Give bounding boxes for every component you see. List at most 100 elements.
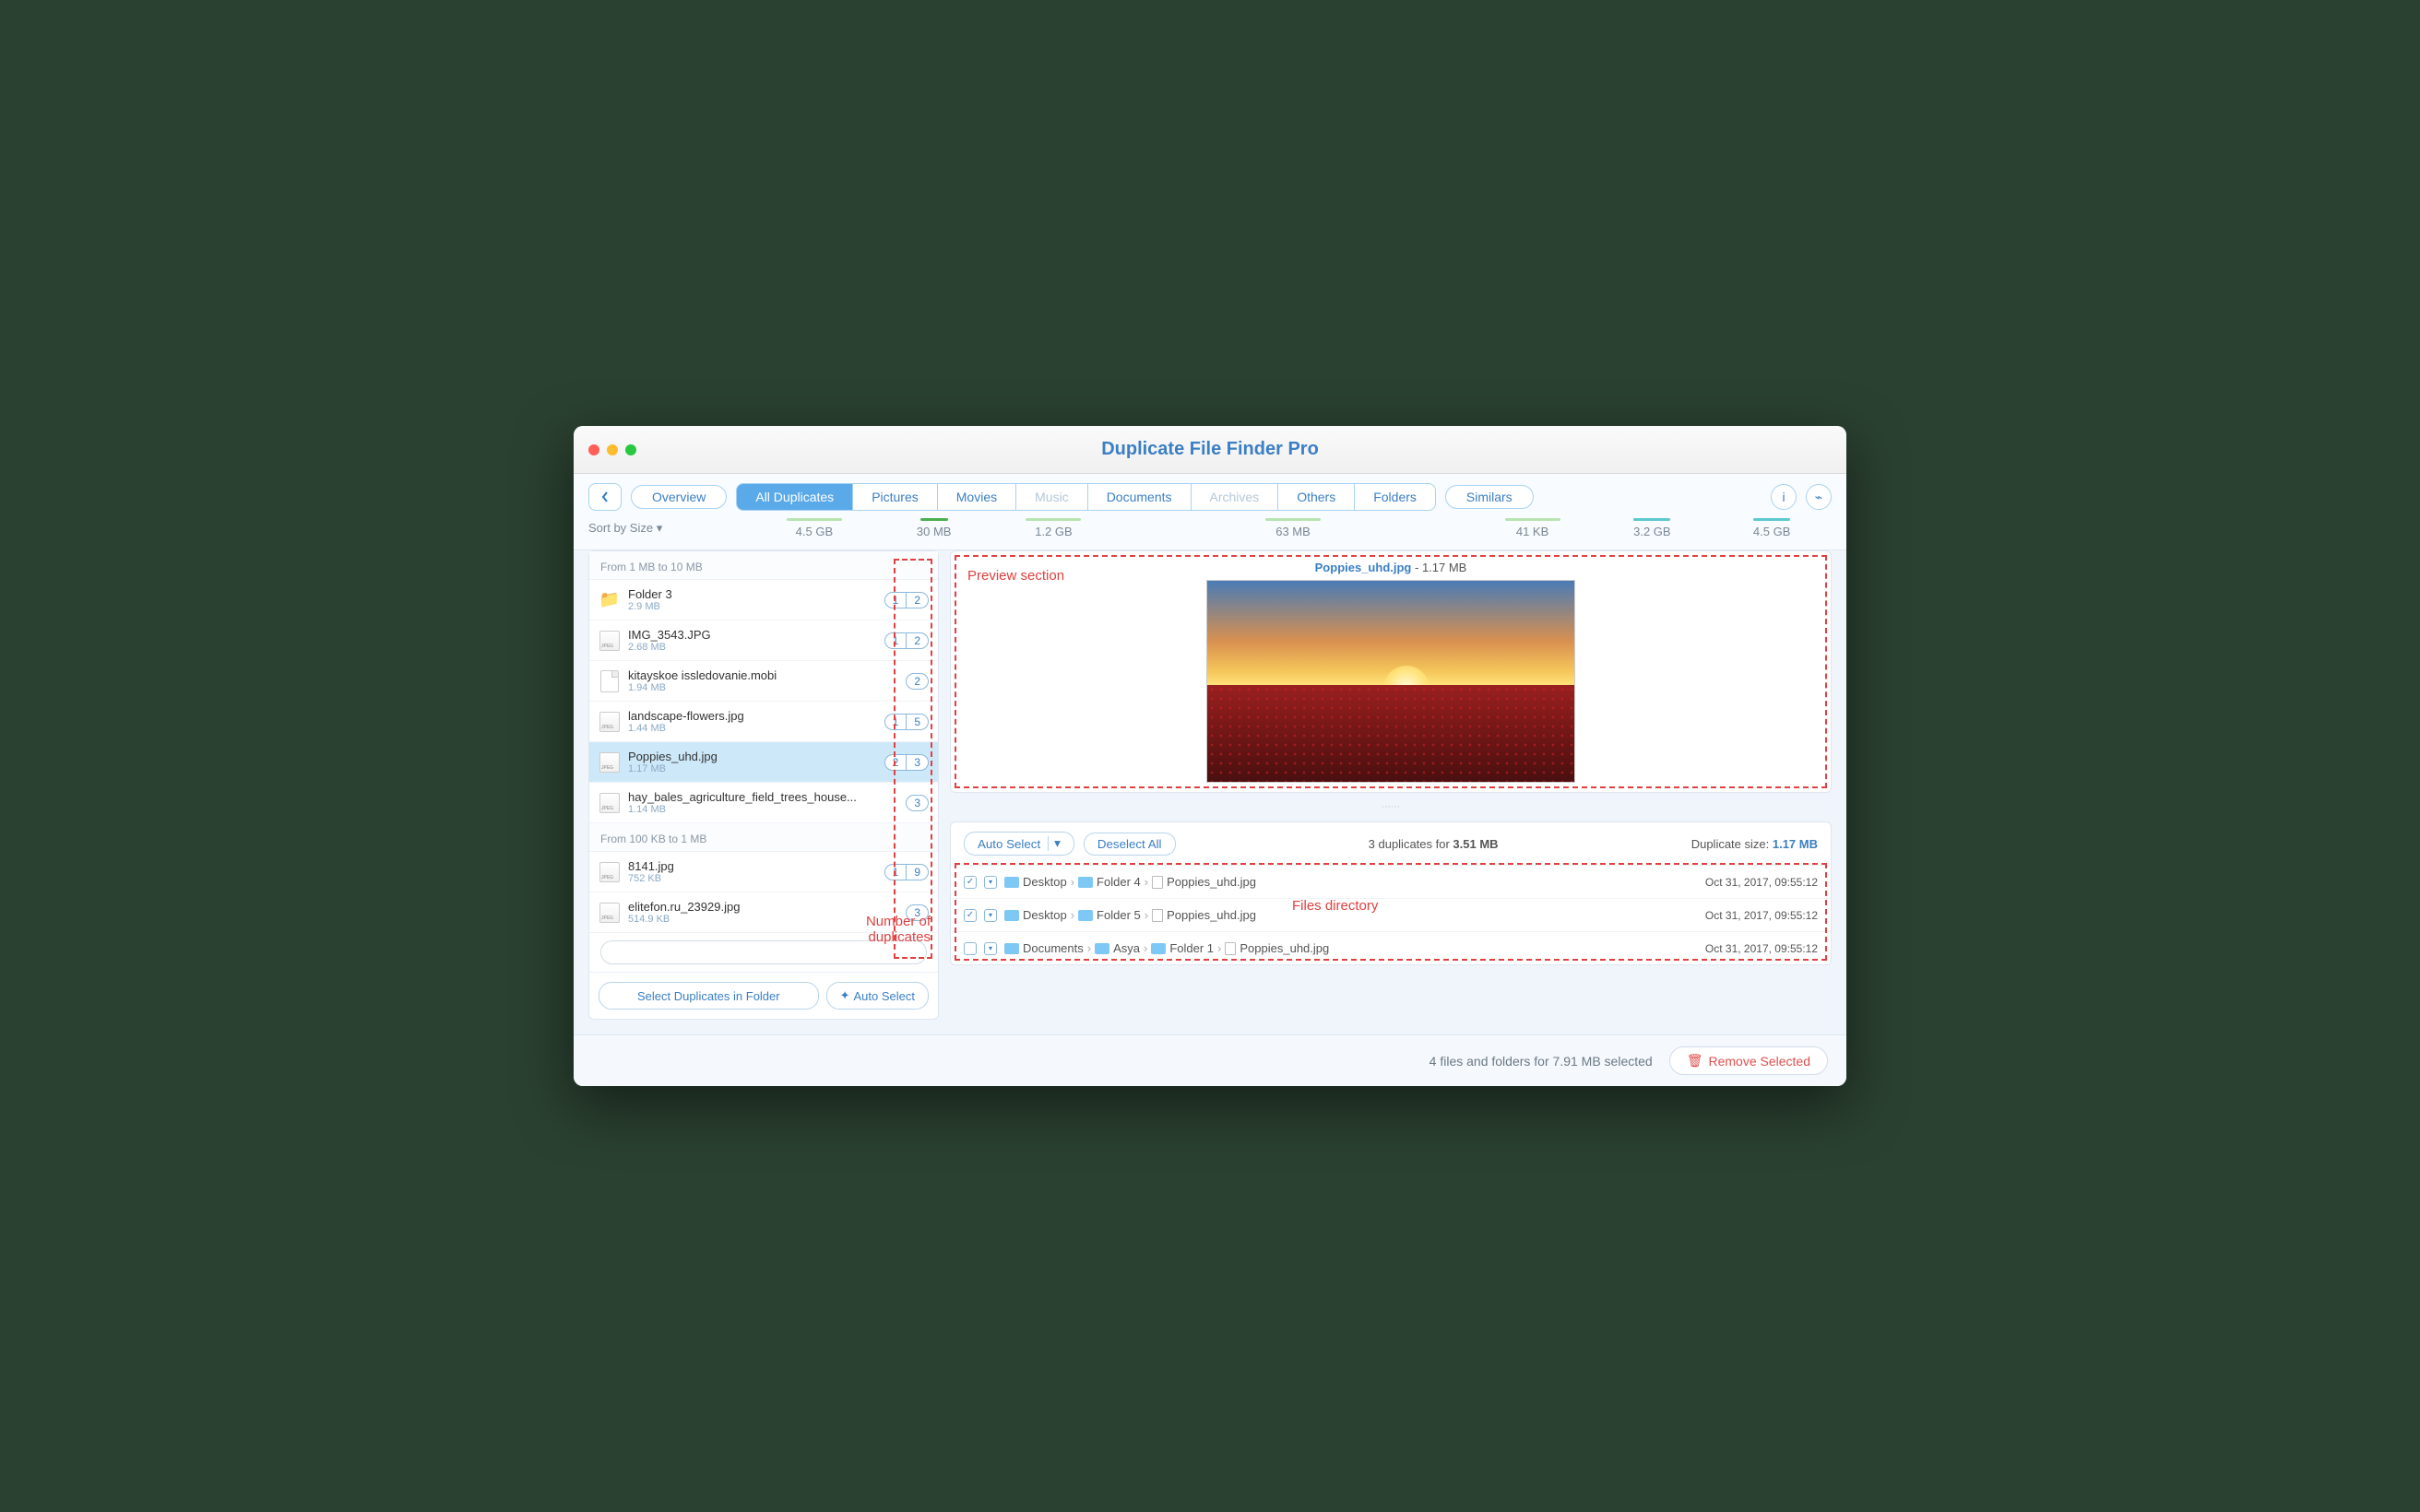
- tab-movies[interactable]: Movies: [938, 484, 1016, 510]
- duplicate-count-badge: 2: [906, 673, 929, 690]
- tab-others[interactable]: Others: [1278, 484, 1355, 510]
- size-indicator: [1113, 518, 1233, 538]
- selected-count-badge: 1: [884, 864, 907, 880]
- close-icon[interactable]: [588, 444, 599, 455]
- selected-count-badge: 1: [884, 632, 907, 649]
- size-indicator: 4.5 GB: [754, 518, 874, 538]
- duplicate-count-badge: 3: [906, 795, 929, 811]
- folder-icon: [1004, 910, 1019, 921]
- selected-count-badge: 1: [884, 592, 907, 608]
- chevron-right-icon: ›: [1087, 941, 1091, 955]
- folder-icon: 📁: [599, 589, 621, 611]
- file-name: 8141.jpg: [628, 859, 877, 873]
- timestamp: Oct 31, 2017, 09:55:12: [1705, 909, 1818, 922]
- file-row[interactable]: 📁 Folder 32.9 MB 12: [589, 580, 938, 620]
- size-indicator: 4.5 GB: [1712, 518, 1832, 538]
- tab-all-duplicates[interactable]: All Duplicates: [737, 484, 853, 510]
- drag-handle-icon[interactable]: ⋯⋯: [950, 802, 1832, 812]
- file-size: 1.94 MB: [628, 682, 898, 693]
- duplicate-path-row[interactable]: ▾ Documents › Asya › Folder 1 › Poppies_…: [951, 932, 1831, 964]
- checkbox[interactable]: ✓: [964, 909, 977, 922]
- chevron-left-icon: [600, 490, 610, 503]
- timestamp: Oct 31, 2017, 09:55:12: [1705, 942, 1818, 955]
- duplicate-count-badge: 2: [906, 592, 929, 608]
- auto-select-dropdown[interactable]: Auto Select ▾: [964, 832, 1074, 856]
- file-name: landscape-flowers.jpg: [628, 709, 877, 723]
- row-menu-button[interactable]: ▾: [984, 942, 997, 955]
- search-input[interactable]: [600, 940, 927, 964]
- file-name: IMG_3543.JPG: [628, 628, 877, 642]
- selected-count-badge: 2: [884, 754, 907, 771]
- group-header: From 100 KB to 1 MB: [589, 823, 938, 852]
- duplicate-path-row[interactable]: ✓▾ Desktop › Folder 5 › Poppies_uhd.jpgO…: [951, 899, 1831, 932]
- file-icon: [1152, 909, 1163, 922]
- auto-select-button[interactable]: ✦Auto Select: [826, 982, 929, 1010]
- file-row[interactable]: landscape-flowers.jpg1.44 MB15: [589, 702, 938, 742]
- tab-music[interactable]: Music: [1016, 484, 1088, 510]
- file-size: 1.17 MB: [628, 763, 877, 774]
- file-size: 752 KB: [628, 873, 877, 884]
- main-panel: Poppies_uhd.jpg - 1.17 MB Preview sectio…: [950, 550, 1832, 1020]
- file-row[interactable]: 8141.jpg752 KB19: [589, 852, 938, 892]
- traffic-lights: [588, 444, 636, 455]
- file-size: 2.68 MB: [628, 642, 877, 653]
- info-icon: i: [1782, 490, 1785, 504]
- chevron-down-icon: ▾: [657, 521, 663, 535]
- size-indicator: 63 MB: [1233, 518, 1353, 538]
- tab-documents[interactable]: Documents: [1088, 484, 1192, 510]
- duplicates-count: 3 duplicates for 3.51 MB: [1185, 837, 1682, 851]
- file-name: Folder 3: [628, 587, 877, 601]
- select-duplicates-button[interactable]: Select Duplicates in Folder: [599, 982, 819, 1010]
- file-row[interactable]: IMG_3543.JPG2.68 MB12: [589, 620, 938, 661]
- file-row[interactable]: hay_bales_agriculture_field_trees_house.…: [589, 783, 938, 823]
- maximize-icon[interactable]: [625, 444, 636, 455]
- duplicate-path-row[interactable]: ✓▾ Desktop › Folder 4 › Poppies_uhd.jpgO…: [951, 866, 1831, 899]
- chevron-right-icon: ›: [1217, 941, 1221, 955]
- toolbar: Overview All DuplicatesPicturesMoviesMus…: [574, 474, 1846, 550]
- tab-pictures[interactable]: Pictures: [853, 484, 938, 510]
- rss-button[interactable]: ⌁: [1806, 484, 1832, 510]
- minimize-icon[interactable]: [607, 444, 618, 455]
- back-button[interactable]: [588, 483, 622, 511]
- jpeg-icon: [599, 630, 621, 652]
- category-tabs: All DuplicatesPicturesMoviesMusicDocumen…: [736, 483, 1436, 511]
- tab-overview[interactable]: Overview: [631, 485, 727, 509]
- duplicate-count-badge: 3: [906, 904, 929, 921]
- file-name: kitayskoe issledovanie.mobi: [628, 668, 898, 682]
- chevron-right-icon: ›: [1071, 908, 1074, 922]
- row-menu-button[interactable]: ▾: [984, 909, 997, 922]
- file-icon: [1152, 876, 1163, 889]
- tab-folders[interactable]: Folders: [1355, 484, 1435, 510]
- sort-dropdown[interactable]: Sort by Size ▾: [588, 521, 754, 536]
- file-row[interactable]: kitayskoe issledovanie.mobi1.94 MB 2: [589, 661, 938, 702]
- file-list-sidebar: From 1 MB to 10 MB📁Folder 32.9 MB12IMG_3…: [588, 550, 939, 1020]
- selection-status: 4 files and folders for 7.91 MB selected: [1429, 1054, 1653, 1069]
- checkbox[interactable]: ✓: [964, 876, 977, 889]
- file-size: 2.9 MB: [628, 601, 877, 612]
- selected-count-badge: 1: [884, 714, 907, 730]
- chevron-right-icon: ›: [1145, 908, 1148, 922]
- trash-icon: 🗑: [1687, 1053, 1703, 1069]
- app-window: Duplicate File Finder Pro Overview All D…: [574, 426, 1846, 1086]
- row-menu-button[interactable]: ▾: [984, 876, 997, 889]
- document-icon: [599, 670, 621, 692]
- size-indicator: [1353, 518, 1473, 538]
- file-row[interactable]: elitefon.ru_23929.jpg514.9 KB3: [589, 892, 938, 933]
- deselect-all-button[interactable]: Deselect All: [1084, 833, 1176, 856]
- tab-archives[interactable]: Archives: [1192, 484, 1279, 510]
- chevron-right-icon: ›: [1071, 875, 1074, 889]
- file-row[interactable]: Poppies_uhd.jpg1.17 MB23: [589, 742, 938, 783]
- duplicate-size: Duplicate size: 1.17 MB: [1691, 837, 1818, 851]
- jpeg-icon: [599, 792, 621, 814]
- file-list[interactable]: From 1 MB to 10 MB📁Folder 32.9 MB12IMG_3…: [589, 551, 938, 933]
- group-header: From 1 MB to 10 MB: [589, 551, 938, 580]
- info-button[interactable]: i: [1771, 484, 1797, 510]
- remove-selected-button[interactable]: 🗑 Remove Selected: [1669, 1046, 1828, 1075]
- checkbox[interactable]: [964, 942, 977, 955]
- sparkle-icon: ✦: [840, 988, 850, 1003]
- app-title: Duplicate File Finder Pro: [588, 439, 1832, 460]
- tab-similars[interactable]: Similars: [1445, 485, 1534, 509]
- jpeg-icon: [599, 711, 621, 733]
- jpeg-icon: [599, 751, 621, 774]
- breadcrumb: Documents › Asya › Folder 1 › Poppies_uh…: [1004, 941, 1698, 955]
